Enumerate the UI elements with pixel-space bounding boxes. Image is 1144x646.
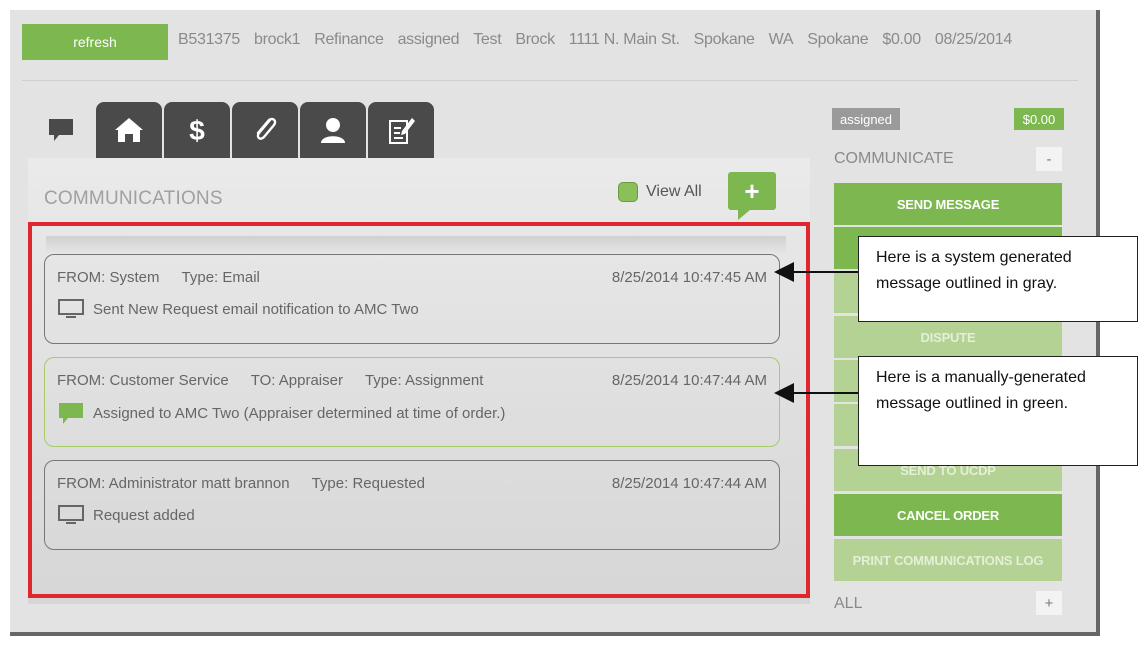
callout-arrows [774, 262, 858, 403]
